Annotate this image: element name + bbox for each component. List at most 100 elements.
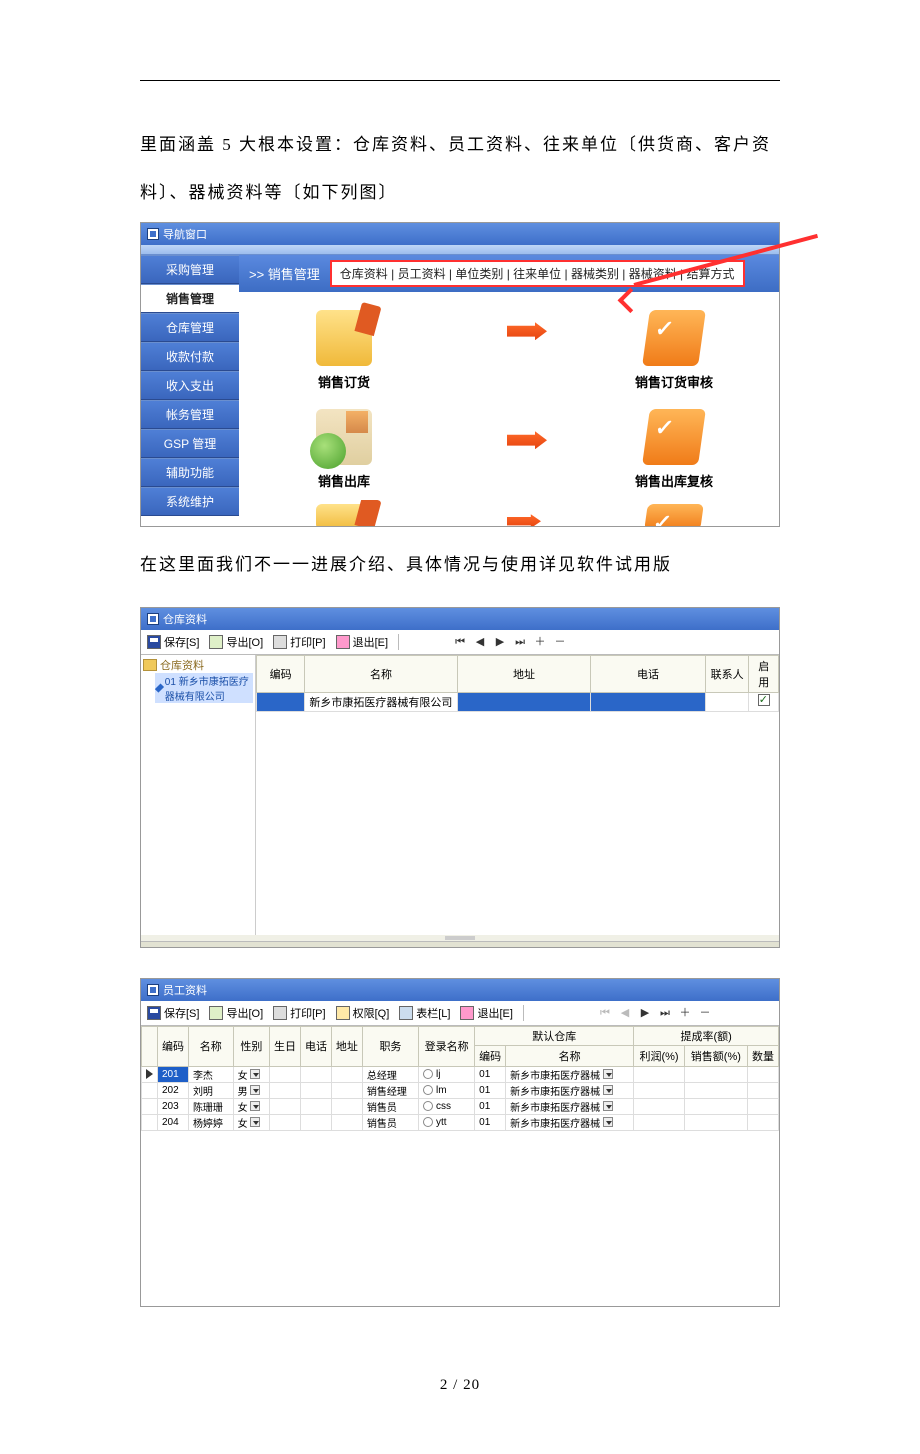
sidebar-item-accounts[interactable]: 帐务管理 [141, 400, 239, 429]
cell-job[interactable]: 销售员 [362, 1114, 418, 1130]
cell-wh-name[interactable]: 新乡市康拓医疗器械 [506, 1098, 634, 1114]
nav-last-button[interactable]: ⏭ [658, 1007, 672, 1019]
perm-button[interactable]: 权限[Q] [334, 1004, 392, 1022]
cell-name: 陈珊珊 [188, 1098, 233, 1114]
sidebar-item-payment[interactable]: 收款付款 [141, 342, 239, 371]
col-code[interactable]: 编码 [158, 1026, 189, 1066]
col-contact[interactable]: 联系人 [705, 655, 749, 692]
sidebar-item-warehouse[interactable]: 仓库管理 [141, 313, 239, 342]
dropdown-icon[interactable] [250, 1069, 260, 1079]
col-tel[interactable]: 电话 [591, 655, 706, 692]
dropdown-icon[interactable] [603, 1117, 613, 1127]
sidebar-item-aux[interactable]: 辅助功能 [141, 458, 239, 487]
radio-icon[interactable] [423, 1101, 433, 1111]
cell-job[interactable]: 销售经理 [362, 1082, 418, 1098]
sidebar-item-sales[interactable]: 销售管理 [141, 284, 239, 313]
nav-first-button[interactable]: ⏮ [453, 636, 467, 648]
window-titlebar: 员工资料 [141, 979, 779, 1001]
col-addr[interactable]: 地址 [457, 655, 590, 692]
table-row[interactable]: 204杨婷婷女 销售员ytt01新乡市康拓医疗器械 [142, 1114, 779, 1130]
nav-next-button[interactable]: ▶ [638, 1007, 652, 1019]
col-name[interactable]: 名称 [305, 655, 457, 692]
nav-window-screenshot: 导航窗口 采购管理 销售管理 仓库管理 收款付款 收入支出 帐务管理 GSP 管… [140, 222, 780, 527]
cell-gender[interactable]: 女 [233, 1114, 269, 1130]
col-group-comm[interactable]: 提成率(额) [634, 1026, 779, 1045]
node-icon [155, 683, 164, 692]
col-code[interactable]: 编码 [257, 655, 305, 692]
export-button[interactable]: 导出[O] [207, 633, 265, 651]
save-button[interactable]: 保存[S] [145, 633, 201, 651]
nav-add-button[interactable]: ＋ [533, 636, 547, 648]
cols-button[interactable]: 表栏[L] [397, 1004, 452, 1022]
radio-icon[interactable] [423, 1117, 433, 1127]
table-row[interactable]: 201李杰女 总经理lj01新乡市康拓医疗器械 [142, 1066, 779, 1082]
col-gender[interactable]: 性别 [233, 1026, 269, 1066]
export-button[interactable]: 导出[O] [207, 1004, 265, 1022]
col-name[interactable]: 名称 [188, 1026, 233, 1066]
sales-order-icon [316, 310, 372, 366]
card-sales-order[interactable]: 销售订货 [289, 310, 399, 391]
dropdown-icon[interactable] [603, 1085, 613, 1095]
card-label: 销售订货审核 [619, 372, 729, 391]
radio-icon[interactable] [423, 1069, 433, 1079]
table-row[interactable]: 203陈珊珊女 销售员css01新乡市康拓医疗器械 [142, 1098, 779, 1114]
tree-child[interactable]: 01 新乡市康拓医疗器械有限公司 [155, 673, 253, 703]
nav-prev-button[interactable]: ◀ [473, 636, 487, 648]
print-button[interactable]: 打印[P] [271, 1004, 327, 1022]
cell-login[interactable]: lj [419, 1066, 475, 1082]
cell-login[interactable]: css [419, 1098, 475, 1114]
nav-last-button[interactable]: ⏭ [513, 636, 527, 648]
sidebar-item-gsp[interactable]: GSP 管理 [141, 429, 239, 458]
col-enable[interactable]: 启用 [749, 655, 779, 692]
dropdown-icon[interactable] [603, 1101, 613, 1111]
sidebar-item-income[interactable]: 收入支出 [141, 371, 239, 400]
col-comm-profit[interactable]: 利润(%) [634, 1045, 685, 1066]
col-comm-sales[interactable]: 销售额(%) [684, 1045, 747, 1066]
col-birth[interactable]: 生日 [270, 1026, 301, 1066]
nav-remove-button[interactable]: － [553, 636, 567, 648]
dropdown-icon[interactable] [603, 1069, 613, 1079]
col-defwh-name[interactable]: 名称 [506, 1045, 634, 1066]
cell-gender[interactable]: 女 [233, 1066, 269, 1082]
sidebar-item-purchase[interactable]: 采购管理 [141, 255, 239, 284]
card-label: 销售订货 [289, 372, 399, 391]
card-sales-out[interactable]: 销售出库 [289, 409, 399, 490]
cell-gender[interactable]: 男 [233, 1082, 269, 1098]
card-sales-order-audit[interactable]: 销售订货审核 [619, 310, 729, 391]
col-job[interactable]: 职务 [362, 1026, 418, 1066]
col-group-defwh[interactable]: 默认仓库 [475, 1026, 634, 1045]
save-button[interactable]: 保存[S] [145, 1004, 201, 1022]
print-button[interactable]: 打印[P] [271, 633, 327, 651]
card-label: 销售出库 [289, 471, 399, 490]
cell-wh-name[interactable]: 新乡市康拓医疗器械 [506, 1114, 634, 1130]
col-comm-qty[interactable]: 数量 [747, 1045, 778, 1066]
exit-button[interactable]: 退出[E] [334, 633, 390, 651]
cell-job[interactable]: 总经理 [362, 1066, 418, 1082]
col-login[interactable]: 登录名称 [419, 1026, 475, 1066]
sidebar-item-system[interactable]: 系统维护 [141, 487, 239, 516]
cell-birth [270, 1098, 301, 1114]
dropdown-icon[interactable] [250, 1117, 260, 1127]
cell-login[interactable]: lm [419, 1082, 475, 1098]
radio-icon[interactable] [423, 1085, 433, 1095]
nav-remove-button[interactable]: － [698, 1007, 712, 1019]
cell-wh-name[interactable]: 新乡市康拓医疗器械 [506, 1082, 634, 1098]
cell-gender[interactable]: 女 [233, 1098, 269, 1114]
col-defwh-code[interactable]: 编码 [475, 1045, 506, 1066]
tree-root[interactable]: 仓库资料 [143, 657, 253, 673]
cell-job[interactable]: 销售员 [362, 1098, 418, 1114]
checkbox-icon[interactable] [758, 694, 770, 706]
dropdown-icon[interactable] [250, 1101, 260, 1111]
nav-add-button[interactable]: ＋ [678, 1007, 692, 1019]
cell-login[interactable]: ytt [419, 1114, 475, 1130]
cell-wh-name[interactable]: 新乡市康拓医疗器械 [506, 1066, 634, 1082]
nav-next-button[interactable]: ▶ [493, 636, 507, 648]
table-row[interactable]: 202刘明男 销售经理lm01新乡市康拓医疗器械 [142, 1082, 779, 1098]
card-sales-out-recheck[interactable]: 销售出库复核 [619, 409, 729, 490]
staff-window-screenshot: 员工资料 保存[S] 导出[O] 打印[P] 权限[Q] 表栏[L] 退出[E]… [140, 978, 780, 1307]
exit-button[interactable]: 退出[E] [458, 1004, 514, 1022]
dropdown-icon[interactable] [250, 1085, 260, 1095]
col-addr[interactable]: 地址 [331, 1026, 362, 1066]
col-tel[interactable]: 电话 [300, 1026, 331, 1066]
table-row[interactable]: 新乡市康拓医疗器械有限公司 [257, 692, 779, 711]
